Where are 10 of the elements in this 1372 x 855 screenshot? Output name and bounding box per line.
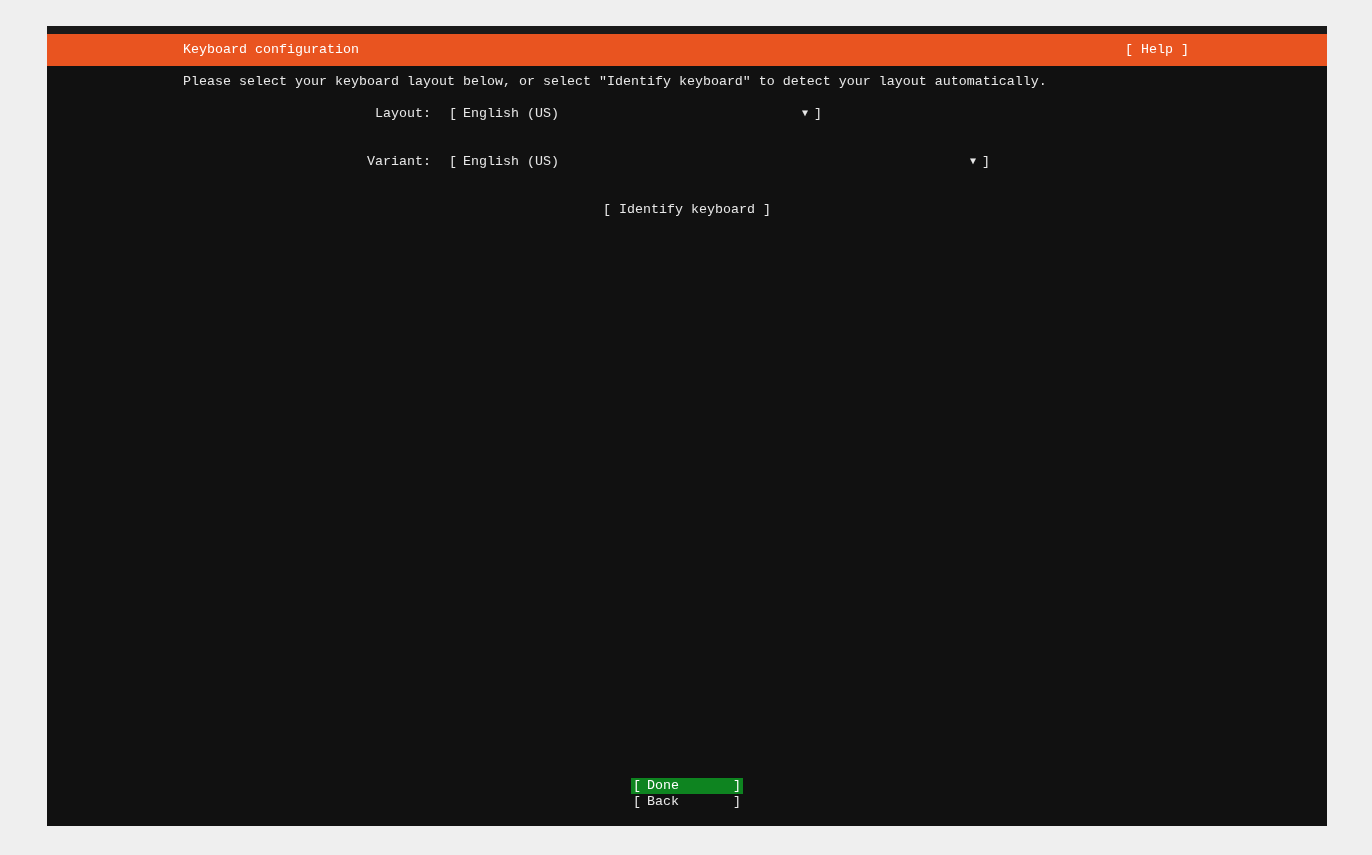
identify-keyboard-button[interactable]: [ Identify keyboard ] (603, 202, 771, 218)
dropdown[interactable]: [ English (US) ▼ ] (449, 106, 822, 122)
intro-text: Please select your keyboard layout below, or select "Identify keyboard" to detect your layout automatically. (183, 74, 1047, 89)
field-label: Variant: (367, 154, 431, 170)
header-title: Keyboard configuration (183, 42, 359, 58)
action-button[interactable]: [ Done ] (631, 778, 743, 794)
field-label: Layout: (375, 106, 431, 122)
dropdown[interactable]: [ English (US) ▼ ] (449, 154, 990, 170)
help-button[interactable]: [ Help ] (1125, 42, 1189, 58)
action-button[interactable]: [ Back ] (631, 794, 743, 810)
